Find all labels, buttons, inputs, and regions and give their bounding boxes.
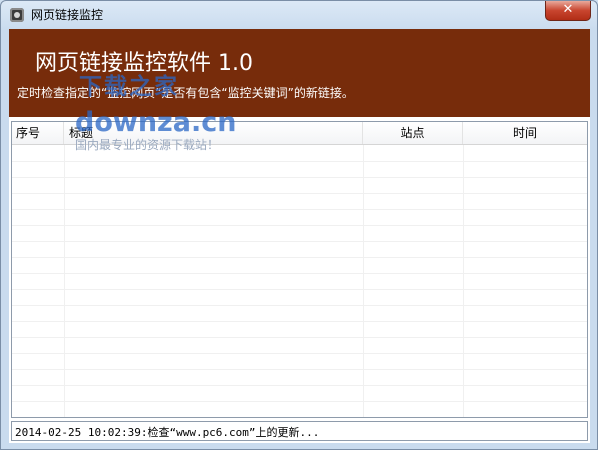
row-gridline <box>12 353 587 354</box>
watermark-slogan: 国内最专业的资源下载站！ <box>75 138 220 152</box>
row-gridline <box>12 161 587 162</box>
row-gridline <box>12 225 587 226</box>
row-gridline <box>12 193 587 194</box>
column-header-time[interactable]: 时间 <box>463 122 587 144</box>
row-gridline <box>12 321 587 322</box>
column-divider <box>363 145 364 417</box>
row-gridline <box>12 273 587 274</box>
column-divider <box>64 145 65 417</box>
main-window: 网页链接监控 ✕ 网页链接监控软件 1.0 定时检查指定的“监控网页”是否有包含… <box>0 0 598 450</box>
column-divider <box>463 145 464 417</box>
column-header-site[interactable]: 站点 <box>363 122 463 144</box>
close-button[interactable]: ✕ <box>545 1 591 21</box>
row-gridline <box>12 241 587 242</box>
row-gridline <box>12 177 587 178</box>
app-description: 定时检查指定的“监控网页”是否有包含“监控关键词”的新链接。 <box>17 86 354 100</box>
title-bar[interactable]: 网页链接监控 ✕ <box>1 1 597 29</box>
row-gridline <box>12 289 587 290</box>
row-gridline <box>12 401 587 402</box>
column-header-index[interactable]: 序号 <box>12 122 64 144</box>
row-gridline <box>12 369 587 370</box>
close-icon: ✕ <box>562 2 574 17</box>
watermark-domain: downza.cn <box>75 107 237 138</box>
row-gridline <box>12 257 587 258</box>
row-gridline <box>12 337 587 338</box>
status-text: 2014-02-25 10:02:39:检查“www.pc6.com”上的更新.… <box>15 426 320 439</box>
row-gridline <box>12 209 587 210</box>
watermark-brand: 下载之家 <box>79 74 179 100</box>
link-list[interactable]: 序号 标题 站点 时间 <box>11 121 588 418</box>
webcam-icon[interactable] <box>10 8 24 22</box>
status-bar: 2014-02-25 10:02:39:检查“www.pc6.com”上的更新.… <box>11 421 588 441</box>
row-gridline <box>12 385 587 386</box>
window-title: 网页链接监控 <box>31 8 104 22</box>
list-body[interactable] <box>12 145 587 417</box>
client-area: 网页链接监控软件 1.0 定时检查指定的“监控网页”是否有包含“监控关键词”的新… <box>9 29 590 443</box>
row-gridline <box>12 305 587 306</box>
